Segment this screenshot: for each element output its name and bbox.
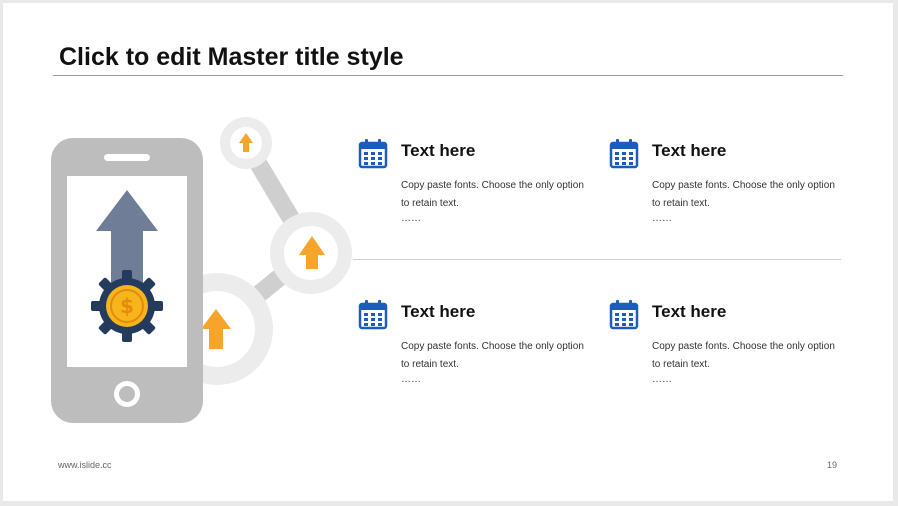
section-divider <box>353 259 841 260</box>
block-heading[interactable]: Text here <box>652 302 726 322</box>
page-number: 19 <box>827 460 838 470</box>
calendar-icon <box>358 300 388 330</box>
slide: Click to edit Master title style $ Text … <box>3 3 893 501</box>
block-body[interactable]: Copy paste fonts. Choose the only option… <box>652 177 842 213</box>
text-block-1: Text here Copy paste fonts. Choose the o… <box>357 137 587 237</box>
block-body[interactable]: Copy paste fonts. Choose the only option… <box>652 338 842 374</box>
text-block-3: Text here Copy paste fonts. Choose the o… <box>357 298 587 398</box>
calendar-icon <box>358 139 388 169</box>
svg-text:$: $ <box>120 294 134 318</box>
block-ellipsis[interactable]: …… <box>652 213 672 224</box>
dollar-gear-icon: $ <box>91 270 163 342</box>
block-body[interactable]: Copy paste fonts. Choose the only option… <box>401 338 591 374</box>
block-ellipsis[interactable]: …… <box>401 213 421 224</box>
calendar-icon <box>609 139 639 169</box>
text-block-4: Text here Copy paste fonts. Choose the o… <box>608 298 838 398</box>
footer-url: www.islide.cc <box>58 460 112 470</box>
calendar-icon <box>609 300 639 330</box>
text-block-2: Text here Copy paste fonts. Choose the o… <box>608 137 838 237</box>
block-body[interactable]: Copy paste fonts. Choose the only option… <box>401 177 591 213</box>
block-ellipsis[interactable]: …… <box>652 374 672 385</box>
block-heading[interactable]: Text here <box>652 141 726 161</box>
block-heading[interactable]: Text here <box>401 302 475 322</box>
growth-illustration: $ <box>51 117 352 423</box>
block-heading[interactable]: Text here <box>401 141 475 161</box>
block-ellipsis[interactable]: …… <box>401 374 421 385</box>
